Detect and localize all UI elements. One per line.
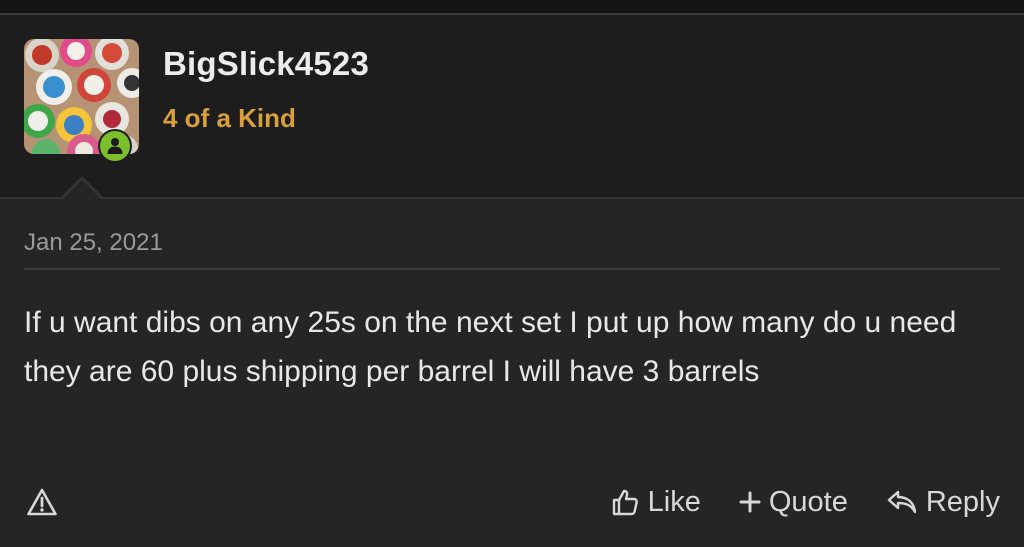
plus-icon: [739, 491, 761, 513]
date-divider: [24, 268, 1000, 270]
like-button[interactable]: Like: [610, 486, 701, 519]
username-link[interactable]: BigSlick4523: [163, 45, 369, 83]
warning-triangle-icon: [27, 488, 57, 516]
reply-arrow-icon: [886, 488, 918, 516]
post-actions: Like Quote Reply: [24, 482, 1000, 522]
message-pointer: [62, 180, 102, 200]
post-content: If u want dibs on any 25s on the next se…: [24, 306, 957, 388]
online-status-badge: [98, 129, 132, 163]
thumbs-up-icon: [610, 487, 640, 517]
post-action-links: Like Quote Reply: [610, 482, 1000, 522]
online-user-icon: [100, 131, 130, 161]
forum-post: BigSlick4523 4 of a Kind Jan 25, 2021 If…: [0, 0, 1024, 547]
quote-label: Quote: [768, 485, 848, 518]
reply-button[interactable]: Reply: [886, 486, 1000, 519]
previous-post-edge: [0, 0, 1024, 14]
user-rank: 4 of a Kind: [163, 103, 296, 133]
post-date-link[interactable]: Jan 25, 2021: [24, 229, 163, 257]
message-body: Jan 25, 2021 If u want dibs on any 25s o…: [0, 199, 1024, 547]
like-label: Like: [647, 485, 701, 518]
report-button[interactable]: [24, 484, 60, 520]
quote-button[interactable]: Quote: [739, 486, 848, 519]
post-user-block: BigSlick4523 4 of a Kind: [0, 15, 1024, 198]
reply-label: Reply: [925, 485, 1000, 518]
